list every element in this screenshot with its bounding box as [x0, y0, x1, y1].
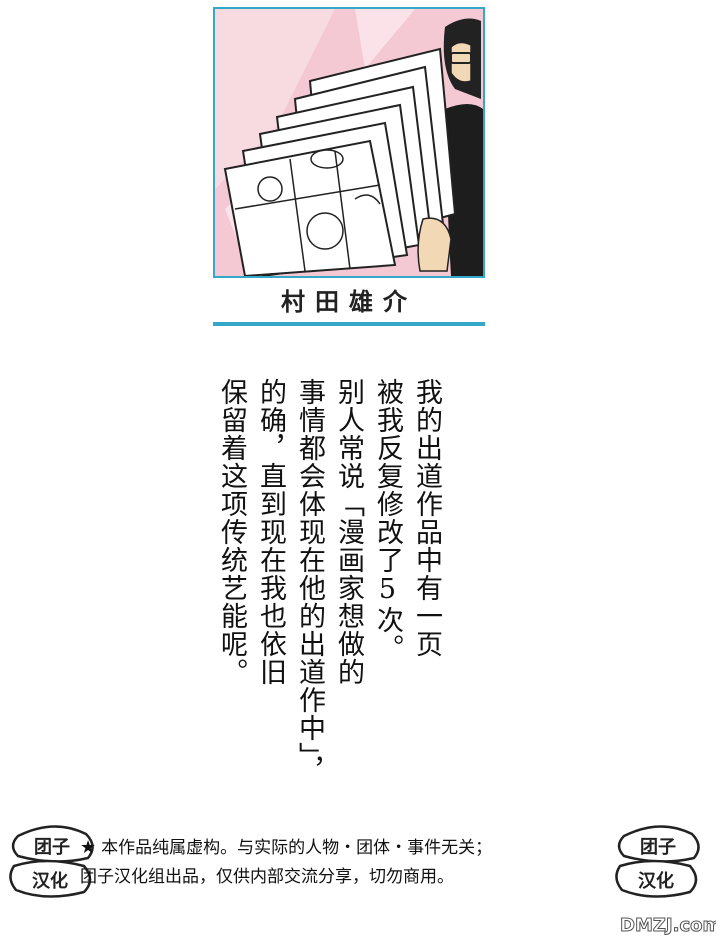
- logo-text-bottom: 汉化: [638, 870, 674, 892]
- author-portrait: [213, 7, 485, 278]
- disclaimer: ★ 本作品纯属虚构。与实际的人物・团体・事件无关； 团子汉化组出品，仅供内部交流分…: [80, 833, 620, 892]
- comment-line: 别人常说「漫画家想做的: [333, 378, 364, 686]
- name-underline: [213, 322, 485, 326]
- comment-line: 的确，直到现在我也依旧: [255, 378, 286, 686]
- comment-line: 被我反复修改了5次。: [372, 378, 403, 662]
- author-portrait-drawing: [215, 9, 483, 276]
- site-watermark: DMZJ.com: [616, 909, 722, 939]
- comment-line: 我的出道作品中有一页: [411, 378, 442, 658]
- disclaimer-line-1: ★ 本作品纯属虚构。与实际的人物・团体・事件无关；: [80, 833, 620, 863]
- watermark-text: DMZJ.com: [620, 915, 716, 936]
- watermark-logo-icon: DMZJ.com: [620, 915, 722, 937]
- logo-text-top: 团子: [34, 837, 70, 858]
- group-logo-right: 团子 汉化: [612, 822, 708, 900]
- group-logo-icon: 团子 汉化: [615, 825, 700, 898]
- logo-text-bottom: 汉化: [32, 870, 68, 892]
- logo-text-top: 团子: [640, 837, 676, 858]
- disclaimer-line-2: 团子汉化组出品，仅供内部交流分享，切勿商用。: [80, 867, 454, 887]
- author-comment: 我的出道作品中有一页 被我反复修改了5次。 别人常说「漫画家想做的 事情都会体现…: [216, 378, 446, 798]
- comment-line: 事情都会体现在他的出道作中」，: [294, 378, 325, 785]
- author-name: 村田雄介: [281, 288, 417, 316]
- star-icon: ★: [80, 837, 97, 858]
- comment-line: 保留着这项传统艺能呢。: [216, 378, 247, 686]
- disclaimer-text-1: 本作品纯属虚构。与实际的人物・团体・事件无关；: [101, 838, 493, 858]
